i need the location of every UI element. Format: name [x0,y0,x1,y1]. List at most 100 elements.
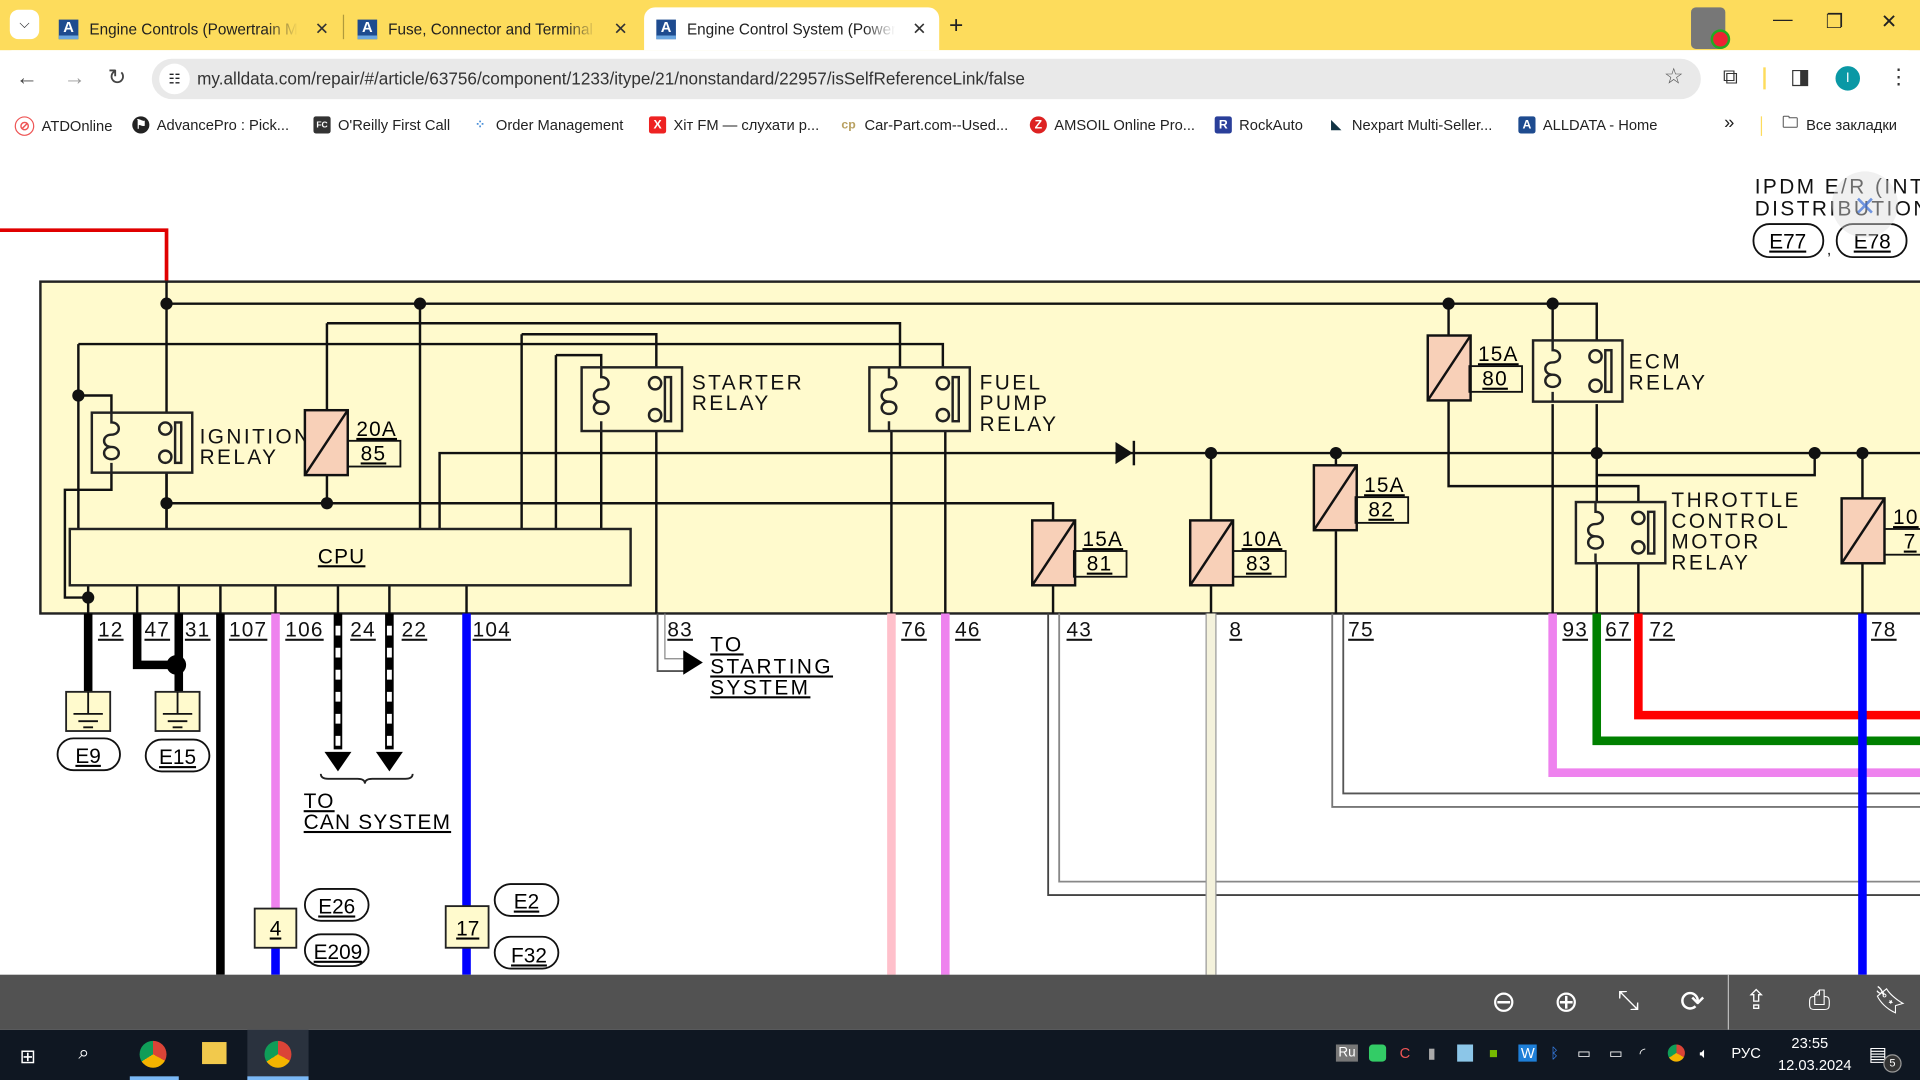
contact-icon [663,375,673,423]
relay-fuel-pump: FUELPUMPRELAY [868,366,1059,436]
relay-ecm: ECMRELAY [1531,339,1708,403]
relay-label: STARTER [692,371,804,394]
terminal-93: 93 [1562,619,1588,642]
clock-date[interactable]: 12.03.2024 [1778,1057,1852,1074]
rotate-icon[interactable]: ⟳ [1680,984,1705,1020]
windows-taskbar: ⊞ ⌕ Ru C ▮ ■ W ᛒ ▭ ▭ ◜ 🔈︎ РУС 23:55 12.0… [0,1029,1920,1080]
connector-e15[interactable]: E15 [144,738,211,773]
chrome-app-active[interactable] [247,1029,309,1080]
bluetooth-icon[interactable]: ᛒ [1550,1044,1559,1061]
to-can-line1: TO [304,790,335,813]
terminal-22: 22 [402,619,428,642]
terminal-67: 67 [1605,619,1631,642]
device-tray-icon[interactable]: ▮ [1428,1044,1436,1061]
fuse-number: 80 [1482,368,1508,391]
relay-label: FUEL [980,371,1043,394]
fuse-number: 81 [1087,553,1113,576]
ground-e15 [154,690,201,732]
terminal-75: 75 [1348,619,1374,642]
display-icon[interactable]: ▭ [1577,1044,1591,1061]
waves-icon[interactable]: W [1518,1044,1538,1062]
svg-text:CPU: CPU [318,545,366,568]
connector-f32[interactable]: F32 [493,935,560,970]
to-starting-line3: SYSTEM [710,676,810,699]
fuse-number: 82 [1368,499,1394,522]
tray-app-icon[interactable] [1368,1044,1387,1062]
wire-red-battery [0,228,169,282]
language-indicator[interactable]: РУС [1731,1044,1760,1061]
joint-connector-17[interactable]: 17 [444,905,490,949]
relay-label: THROTTLE [1671,489,1800,512]
svg-text:17: 17 [456,918,479,941]
contact-icon [951,375,961,423]
print-icon[interactable]: ⎙ [1809,984,1831,1016]
terminal-104: 104 [473,619,511,642]
close-overlay-icon[interactable]: ✕ [1831,171,1898,238]
comma: , [1827,243,1831,259]
wifi-icon[interactable]: ◜ [1640,1044,1646,1061]
search-icon[interactable]: ⌕ [78,1043,89,1065]
svg-text:E9: E9 [75,745,100,768]
svg-text:E209: E209 [314,941,363,964]
relay-label: RELAY [692,392,771,415]
external-wiring [83,613,1920,975]
terminal-107: 107 [229,619,267,642]
fuse-amps: 10A [1242,528,1283,551]
terminal-24: 24 [350,619,376,642]
connector-e209[interactable]: E209 [303,933,370,968]
joint-connector-4[interactable]: 4 [253,907,298,949]
chrome-app-icon[interactable] [139,1040,167,1068]
terminal-76: 76 [901,619,927,642]
bookmark-icon[interactable]: 🔖︎ [1873,984,1907,1016]
active-indicator [129,1076,179,1080]
battery-icon[interactable]: ▭ [1609,1044,1623,1061]
start-button[interactable]: ⊞ [20,1044,36,1068]
can-arrows [324,751,403,772]
ccleaner-icon[interactable]: C [1400,1044,1411,1061]
zoom-out-icon[interactable]: ⊖ [1491,984,1516,1020]
clock-time[interactable]: 23:55 [1791,1035,1828,1052]
terminal-46: 46 [955,619,981,642]
volume-icon[interactable]: 🔈︎ [1700,1044,1709,1062]
fuse-number: 85 [361,442,387,465]
terminal-78: 78 [1871,619,1897,642]
connector-e2[interactable]: E2 [493,883,560,917]
pdf-toolbar: ⊖ ⊕ ⤡ ⟳ ⇪ ⎙ 🔖︎ [0,974,1920,1030]
relay-label: CONTROL [1671,510,1790,533]
contact-icon [173,421,183,465]
zoom-in-icon[interactable]: ⊕ [1554,984,1579,1020]
fuse-amps: 20A [356,418,397,441]
fit-page-icon[interactable]: ⤡ [1618,984,1640,1016]
contact-icon [1604,348,1613,394]
wiring-diagram: IPDM E/R (INT DISTRIBUTION E77 , E78 ✕ C… [0,171,1920,975]
file-explorer-icon[interactable] [202,1042,227,1065]
fuse-amps: 15A [1478,343,1519,366]
svg-text:E2: E2 [514,891,539,914]
share-icon[interactable]: ⇪ [1745,984,1768,1016]
to-starting-line1: TO [710,633,743,656]
svg-text:✕: ✕ [1854,192,1877,222]
connector-e26[interactable]: E26 [303,888,370,922]
pdf-toolbar-divider [1727,974,1729,1030]
connector-e9[interactable]: E9 [56,737,121,772]
fuse-7: 107 [1840,497,1920,565]
terminal-106: 106 [285,619,323,642]
nvidia-icon[interactable]: ■ [1489,1044,1498,1061]
fuse-amps: 15A [1364,474,1405,497]
splice-dot [166,655,187,675]
relay-label: RELAY [1629,371,1708,394]
fuse-number: 83 [1246,553,1272,576]
terminal-47: 47 [144,619,170,642]
svg-text:E26: E26 [318,895,355,918]
terminal-43: 43 [1067,619,1093,642]
tray-doc-icon[interactable] [1457,1044,1474,1062]
relay-label: RELAY [980,413,1059,436]
brace [319,773,414,784]
to-can-line2: CAN SYSTEM [304,811,451,834]
lang-badge[interactable]: Ru [1335,1044,1359,1062]
svg-text:4: 4 [270,918,282,941]
chrome-tray-icon[interactable] [1667,1044,1685,1062]
connector-e77[interactable]: E77 [1752,223,1825,259]
svg-text:E77: E77 [1769,231,1806,254]
relay-label: ECM [1629,351,1683,374]
